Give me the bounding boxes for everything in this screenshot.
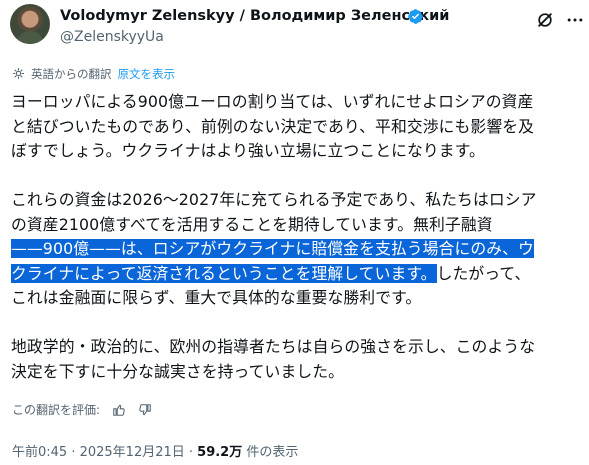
text-line: と結びついたものであり、前例のない決定であり、平和交渉にも影響を及 — [11, 116, 535, 136]
author-name[interactable]: Volodymyr Zelenskyy / Володимир Зеленськ… — [60, 8, 449, 24]
paragraph-1: ヨーロッパによる900億ユーロの割り当ては、いずれにせよロシアの資産 と結びつい… — [11, 90, 583, 164]
timestamp[interactable]: 午前0:45 · 2025年12月21日 · — [12, 445, 197, 460]
text-fragment: したがって、 — [436, 263, 531, 283]
grok-icon[interactable] — [535, 10, 555, 30]
text-line: 地政学的・政治的に、欧州の指導者たちは自らの強さを示し、このような — [11, 337, 536, 356]
paragraph-3: 地政学的・政治的に、欧州の指導者たちは自らの強さを示し、このような 決定を下すに… — [11, 335, 583, 384]
text-line: クライナによって返済されるということを理解しています。したがって、 — [11, 262, 583, 287]
selected-text: ——900億——は、ロシアがウクライナに賠償金を支払う場合にのみ、ウ — [11, 239, 534, 258]
view-count-suffix: 件の表示 — [242, 445, 299, 460]
text-line: これは金融面に限らず、重大で具体的な重要な勝利です。 — [11, 288, 422, 307]
text-line: ヨーロッパによる900億ユーロの割り当ては、いずれにせよロシアの資産 — [11, 92, 534, 111]
translation-label: 英語からの翻訳 — [31, 67, 112, 81]
view-count: 59.2万 — [197, 445, 243, 460]
tweet-text: ヨーロッパによる900億ユーロの割り当ては、いずれにせよロシアの資産 と結びつい… — [11, 90, 583, 409]
rate-translation: この翻訳を評価: — [12, 401, 152, 418]
translate-icon — [13, 68, 24, 79]
text-line: ぼすでしょう。ウクライナはより強い立場に立つことになります。 — [11, 141, 485, 160]
avatar[interactable] — [10, 4, 50, 44]
text-line: 決定を下すに十分な誠実さを持っていました。 — [11, 361, 345, 381]
translation-notice: 英語からの翻訳 原文を表示 — [12, 66, 175, 84]
text-line: これらの資金は2026〜2027年に充てられる予定であり、私たちはロシア — [11, 190, 537, 209]
rate-translation-label: この翻訳を評価: — [12, 403, 101, 417]
text-line-selected: ——900億——は、ロシアがウクライナに賠償金を支払う場合にのみ、ウ — [11, 237, 583, 262]
text-line: の資産2100億すべてを活用することを期待しています。無利子融資 — [11, 214, 493, 234]
show-original-link[interactable]: 原文を表示 — [118, 67, 176, 81]
tweet-meta: 午前0:45 · 2025年12月21日 · 59.2万 件の表示 — [12, 441, 298, 460]
author-handle[interactable]: @ZelenskyyUa — [60, 29, 164, 45]
tweet-header: Volodymyr Zelenskyy / Володимир Зеленськ… — [10, 2, 585, 52]
more-icon[interactable] — [565, 10, 585, 30]
selected-text: クライナによって返済されるということを理解しています。 — [11, 263, 437, 283]
verified-badge-icon — [408, 9, 424, 24]
thumbs-up-icon[interactable] — [112, 403, 126, 417]
thumbs-down-icon[interactable] — [138, 403, 152, 417]
paragraph-2: これらの資金は2026〜2027年に充てられる予定であり、私たちはロシア の資産… — [11, 188, 583, 311]
